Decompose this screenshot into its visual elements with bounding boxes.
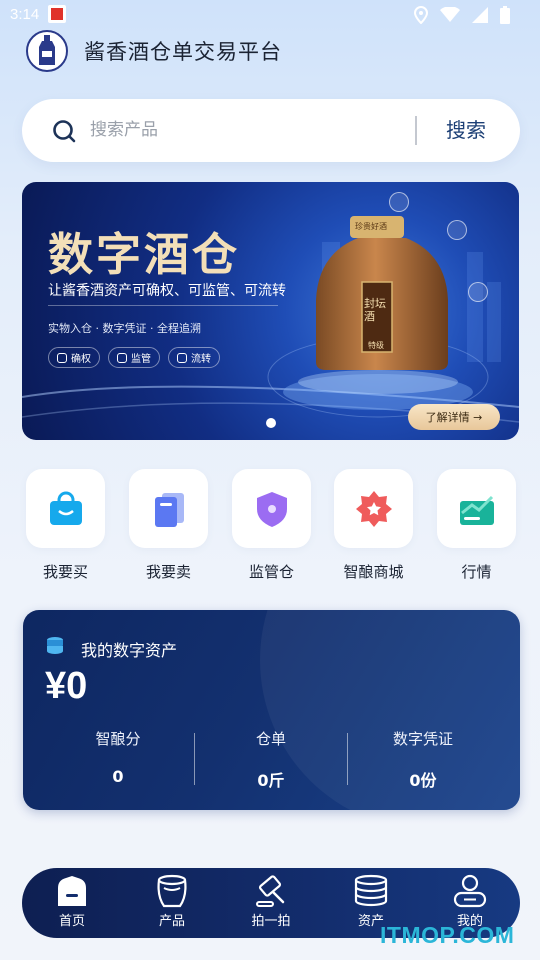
assets-total: ¥0: [45, 665, 88, 707]
quick-action-icon-box: [437, 469, 516, 548]
quick-action-buy[interactable]: 我要买: [26, 469, 105, 582]
user-icon: [453, 874, 487, 908]
banner-tag-label: 监管: [131, 354, 151, 365]
coins-stack-icon: [47, 637, 63, 654]
status-time: 3:14: [10, 6, 40, 23]
price-tag-icon: [154, 492, 184, 527]
notification-app-icon: [48, 5, 66, 23]
stat-label: 数字凭证: [392, 730, 453, 748]
quick-action-label: 监管仓: [248, 563, 294, 581]
search-divider: [415, 116, 417, 145]
stat-label: 智酿分: [95, 730, 141, 748]
jar-label-grade: 特级: [368, 341, 384, 350]
asset-stat-points[interactable]: 智酿分 0: [38, 728, 198, 786]
quick-action-label: 我要买: [42, 563, 88, 581]
search-icon: [53, 120, 76, 143]
wine-jar-image: 珍贵好酒 封坛酒 特级: [302, 212, 452, 376]
quick-action-warehouse[interactable]: 监管仓: [232, 469, 311, 582]
status-bar: 3:14: [0, 0, 540, 30]
quick-action-mall[interactable]: 智酿商城: [334, 469, 413, 582]
tab-label: 产品: [158, 914, 185, 929]
banner-subtitle: 让酱香酒资产可确权、可监管、可流转: [48, 283, 286, 299]
quick-action-icon-box: [26, 469, 105, 548]
quick-action-icon-box: [334, 469, 413, 548]
digital-assets-card[interactable]: 我的数字资产 ¥0 智酿分 0 仓单 0斤 数字凭证 0份: [23, 610, 520, 810]
promo-banner[interactable]: 数字酒仓 让酱香酒资产可确权、可监管、可流转 实物入仓 · 数字凭证 · 全程追…: [22, 182, 519, 440]
system-icons: [414, 6, 510, 24]
tab-home[interactable]: 首页: [32, 874, 112, 929]
banner-tag-label: 确权: [71, 354, 91, 365]
quick-actions: 我要买 我要卖 监管仓 智酿商城 行情: [26, 469, 516, 584]
learn-more-button[interactable]: 了解详情 →: [408, 404, 500, 430]
banner-title: 数字酒仓: [48, 228, 241, 281]
banner-tag-label: 流转: [191, 354, 211, 365]
chart-float-icon: [468, 282, 488, 302]
banner-divider: [48, 305, 278, 306]
quick-action-icon-box: [129, 469, 208, 548]
stat-divider: [347, 733, 348, 785]
quick-action-label: 智酿商城: [343, 563, 404, 581]
banner-tags: 确权 监管 流转: [48, 347, 220, 368]
jar-icon: [157, 874, 187, 908]
carousel-dot[interactable]: [266, 418, 276, 428]
banner-tag: 流转: [168, 347, 220, 368]
stat-value: 0斤: [257, 771, 285, 790]
bottle-logo-icon: [39, 35, 55, 65]
banner-tag: 监管: [108, 347, 160, 368]
jar-label-main: 封坛酒: [364, 297, 386, 323]
tab-label: 拍一拍: [251, 914, 291, 929]
app-header: 酱香酒仓单交易平台: [26, 30, 282, 72]
coins-stack-icon: [354, 874, 388, 907]
asset-stat-certificate[interactable]: 数字凭证 0份: [343, 728, 503, 791]
quick-action-market[interactable]: 行情: [437, 469, 516, 582]
quick-action-icon-box: [232, 469, 311, 548]
shield-float-icon: [389, 192, 409, 212]
search-button[interactable]: 搜索: [446, 114, 486, 143]
trend-chart-icon: [459, 495, 494, 525]
watermark-text: ITMOP.COM: [380, 922, 515, 948]
assets-title: 我的数字资产: [81, 641, 178, 660]
jar-label-top: 珍贵好酒: [355, 222, 387, 231]
auction-hammer-icon: [256, 875, 285, 907]
shield-icon: [57, 352, 67, 363]
tab-profile[interactable]: 我的: [430, 874, 510, 929]
home-icon: [58, 876, 86, 906]
banner-tag: 确权: [48, 347, 100, 368]
tab-label: 首页: [58, 914, 85, 929]
quick-action-sell[interactable]: 我要卖: [129, 469, 208, 582]
asset-stat-warehouse-receipt[interactable]: 仓单 0斤: [191, 728, 351, 791]
stat-label: 仓单: [255, 730, 286, 748]
tab-products[interactable]: 产品: [132, 874, 212, 929]
battery-icon: [500, 6, 510, 24]
quick-action-label: 行情: [461, 563, 492, 581]
stat-value: 0: [112, 767, 124, 786]
wifi-icon: [440, 7, 460, 22]
banner-tagline: 实物入仓 · 数字凭证 · 全程追溯: [48, 322, 201, 335]
shopping-bag-icon: [49, 491, 82, 525]
store-badge-icon: [355, 490, 392, 527]
app-title: 酱香酒仓单交易平台: [84, 40, 282, 64]
shield-icon: [256, 491, 287, 527]
search-input[interactable]: [90, 117, 390, 143]
shield-icon: [117, 352, 127, 363]
stat-value: 0份: [409, 771, 437, 790]
app-logo: [26, 30, 68, 72]
signal-icon: [472, 7, 488, 23]
tab-auction[interactable]: 拍一拍: [231, 874, 311, 929]
cycle-icon: [177, 352, 187, 363]
search-bar: 搜索: [22, 99, 520, 162]
location-icon: [414, 6, 428, 24]
quick-action-label: 我要卖: [145, 563, 191, 581]
tab-assets[interactable]: 资产: [331, 874, 411, 929]
